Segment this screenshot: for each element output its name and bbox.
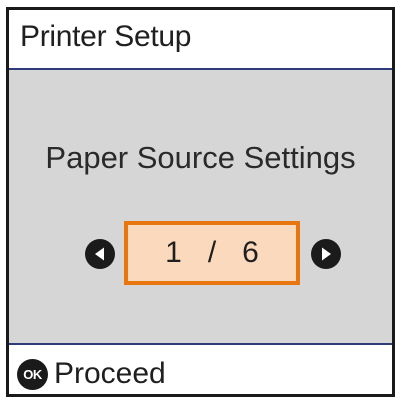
current-page: 1 — [165, 236, 182, 269]
page-title: Printer Setup — [20, 20, 192, 53]
page-indicator: 1 / 6 — [9, 218, 392, 290]
page-counter-box: 1 / 6 — [124, 221, 300, 285]
footer-bar: OK Proceed — [9, 343, 392, 394]
ok-button-icon[interactable]: OK — [17, 359, 48, 390]
total-pages: 6 — [242, 236, 259, 269]
content-panel: Paper Source Settings 1 / 6 — [9, 70, 392, 343]
arrow-right-icon[interactable] — [311, 239, 341, 269]
arrow-left-icon[interactable] — [85, 239, 115, 269]
page-separator: / — [207, 236, 217, 269]
proceed-label: Proceed — [54, 357, 166, 390]
printer-lcd-screen: Printer Setup Paper Source Settings 1/6 … — [6, 7, 395, 397]
header-bar: Printer Setup — [9, 10, 392, 70]
setting-title: Paper Source Settings — [45, 140, 356, 175]
